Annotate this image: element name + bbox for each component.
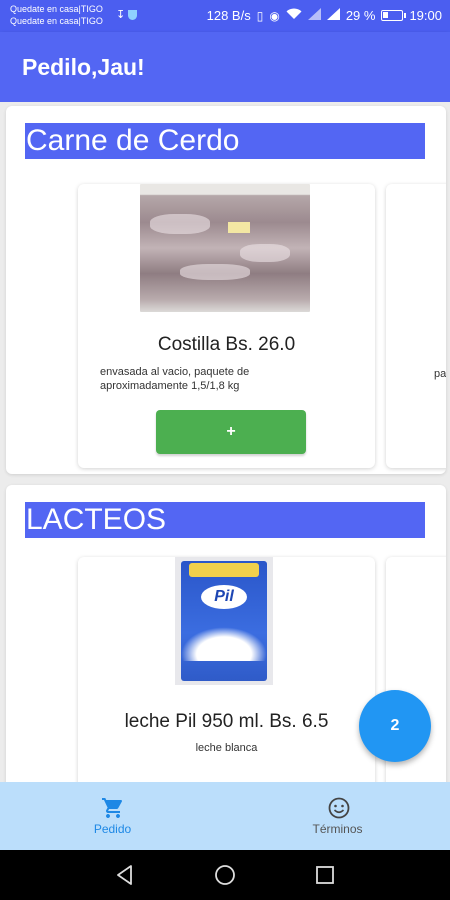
notification-text: Quedate en casa|TIGO bbox=[10, 4, 103, 14]
image-detail bbox=[150, 214, 210, 234]
battery-level bbox=[383, 12, 389, 18]
notification-area: Quedate en casa|TIGO Quedate en casa|TIG… bbox=[10, 3, 138, 27]
notification-text: Quedate en casa|TIGO bbox=[10, 16, 103, 26]
signal-icon bbox=[326, 8, 340, 23]
shield-icon bbox=[128, 10, 138, 21]
category-title: LACTEOS bbox=[25, 502, 425, 538]
back-icon[interactable] bbox=[113, 863, 137, 887]
system-navigation-bar bbox=[0, 850, 450, 900]
recents-icon[interactable] bbox=[313, 863, 337, 887]
product-title: leche Pil 950 ml. Bs. 6.5 bbox=[124, 711, 329, 732]
product-description: envasada al vacio, paquete de aproximada… bbox=[100, 366, 250, 392]
product-image: Pil bbox=[175, 557, 273, 685]
product-card[interactable]: pa bbox=[386, 184, 446, 468]
image-detail bbox=[180, 264, 250, 280]
eye-icon: ◉ bbox=[269, 8, 280, 23]
app-title: Pedilo,Jau! bbox=[22, 54, 145, 80]
nav-label: Términos bbox=[312, 822, 363, 836]
product-description: pa bbox=[434, 368, 446, 380]
notification-icons: ↧ bbox=[116, 9, 138, 21]
cart-icon bbox=[102, 798, 123, 818]
product-card[interactable]: Pil leche Pil 950 ml. Bs. 6.5 leche blan… bbox=[78, 557, 375, 782]
vibrate-icon: ▯ bbox=[256, 8, 264, 23]
cart-count-button[interactable]: 2 bbox=[359, 690, 431, 762]
category-title: Carne de Cerdo bbox=[25, 123, 425, 159]
bottom-navigation: Pedido Términos bbox=[0, 782, 450, 850]
wifi-icon bbox=[286, 8, 302, 23]
image-detail bbox=[181, 627, 267, 661]
image-detail bbox=[240, 244, 290, 262]
clock: 19:00 bbox=[409, 8, 442, 23]
home-icon[interactable] bbox=[213, 863, 237, 887]
nav-label: Pedido bbox=[93, 822, 132, 836]
status-bar: Quedate en casa|TIGO Quedate en casa|TIG… bbox=[0, 0, 450, 32]
nav-item-pedido[interactable]: Pedido bbox=[0, 782, 225, 850]
image-detail bbox=[181, 561, 267, 681]
product-card[interactable]: Costilla Bs. 26.0 envasada al vacio, paq… bbox=[78, 184, 375, 468]
category-section: Carne de Cerdo Costilla Bs. 26.0 envasad… bbox=[6, 106, 446, 474]
product-image bbox=[140, 184, 310, 312]
battery-icon bbox=[381, 10, 407, 21]
usb-icon: ↧ bbox=[116, 9, 126, 21]
battery-percent: 29 % bbox=[345, 8, 376, 23]
product-description: leche blanca bbox=[195, 742, 258, 754]
net-speed: 128 B/s bbox=[206, 8, 251, 23]
nav-item-terminos[interactable]: Términos bbox=[225, 782, 450, 850]
signal-icon bbox=[307, 8, 321, 23]
smiley-icon bbox=[328, 797, 350, 819]
product-title: Costilla Bs. 26.0 bbox=[157, 334, 296, 355]
system-indicators: 128 B/s ▯ ◉ 29 % 19:00 bbox=[207, 8, 442, 23]
product-list[interactable]: Carne de Cerdo Costilla Bs. 26.0 envasad… bbox=[0, 102, 450, 782]
image-detail bbox=[228, 222, 250, 233]
image-detail bbox=[189, 563, 259, 577]
add-to-cart-button[interactable]: + bbox=[156, 410, 306, 454]
app-bar: Pedilo,Jau! bbox=[0, 32, 450, 102]
brand-logo: Pil bbox=[201, 585, 247, 609]
